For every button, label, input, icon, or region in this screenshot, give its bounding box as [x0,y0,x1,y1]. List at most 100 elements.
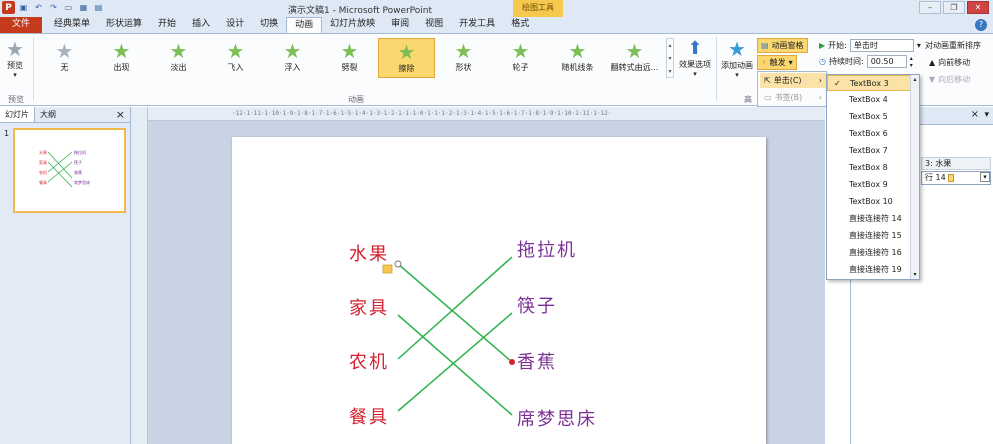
tab-transitions[interactable]: 切换 [252,17,286,33]
left-word-farm-machine[interactable]: 农机 [349,348,389,374]
dropdown-item[interactable]: TextBox 10 [827,194,911,210]
slide[interactable]: 水果 家具 农机 餐具 拖拉机 筷子 香蕉 席梦思床 [232,137,766,444]
connector-furniture-bed[interactable] [397,314,513,416]
tab-review[interactable]: 审阅 [383,17,417,33]
slideshow-icon[interactable]: ▭ [62,1,75,14]
left-word-fruit[interactable]: 水果 [349,240,389,266]
minimize-icon[interactable]: – [919,1,941,14]
save-icon[interactable]: ▣ [17,1,30,14]
anim-wheel[interactable]: ★ 轮子 [492,38,549,78]
tab-classic-menu[interactable]: 经典菜单 [46,17,98,33]
triangle-up-icon: ▲ [929,58,936,67]
dropdown-item[interactable]: ✓ TextBox 3 [827,75,911,91]
start-select[interactable]: 单击时 [849,39,914,52]
help-icon[interactable]: ? [975,19,987,31]
right-word-banana[interactable]: 香蕉 [517,348,557,374]
connector-tableware-chopsticks[interactable] [397,312,513,412]
animation-pane-button[interactable]: ▤ 动画窗格 [757,38,808,53]
selection-handle-end[interactable] [509,359,515,365]
pane-menu-icon[interactable]: ▾ [984,110,989,120]
connector-fruit-banana[interactable] [397,263,513,363]
add-animation-button[interactable]: ★ 添加动画 ▾ [718,38,756,79]
dropdown-item[interactable]: TextBox 7 [827,143,911,159]
anim-float-in[interactable]: ★ 浮入 [264,38,321,78]
close-icon[interactable]: × [111,107,130,122]
preview-button[interactable]: ★ 预览 ▾ [2,38,28,79]
close-icon[interactable]: × [971,109,979,120]
play-icon: ▶ [819,41,826,50]
start-label: 开始: [828,41,847,50]
dropdown-item[interactable]: TextBox 9 [827,177,911,193]
print-icon[interactable]: ▤ [92,1,105,14]
dropdown-scrollbar[interactable]: ▴ ▾ [910,75,919,279]
tab-format[interactable]: 格式 [503,17,537,33]
dropdown-item[interactable]: TextBox 5 [827,109,911,125]
dropdown-item[interactable]: 直接连接符 14 [827,211,911,227]
anim-label: 劈裂 [341,63,358,72]
dropdown-item[interactable]: 直接连接符 16 [827,245,911,261]
thumb-word: 家具 [39,160,47,165]
anim-fly-in[interactable]: ★ 飞入 [207,38,264,78]
anim-random-bars[interactable]: ★ 随机线条 [549,38,606,78]
item-dropdown-icon[interactable]: ▾ [980,172,990,182]
thumb-word: 水果 [39,150,47,155]
trigger-dropdown-icon: ▾ [788,58,793,67]
window-controls: – ❐ ✕ [919,1,989,14]
anim-wipe[interactable]: ★ 擦除 [378,38,435,78]
tab-animations[interactable]: 动画 [286,17,323,33]
right-word-chopsticks[interactable]: 筷子 [517,292,557,318]
tab-shape-ops[interactable]: 形状运算 [98,17,150,33]
anim-none[interactable]: ★ 无 [36,38,93,78]
move-later-label: 向后移动 [938,75,971,84]
dropdown-item[interactable]: TextBox 6 [827,126,911,142]
gallery-scroll[interactable]: ▴ ▾ ▾ [666,38,674,78]
tab-slides[interactable]: 幻灯片 [0,107,35,122]
anim-appear[interactable]: ★ 出现 [93,38,150,78]
duration-spinner-icon[interactable]: ▴ ▾ [910,55,913,69]
dropdown-item[interactable]: 直接连接符 19 [827,262,911,278]
move-later-button[interactable]: ▼ 向后移动 [929,72,970,87]
slide-thumbnail[interactable]: 水果 家具 农机 餐具 拖拉机 筷子 香蕉 席梦思床 [13,128,126,213]
start-dropdown-icon[interactable]: ▾ [917,41,921,50]
anim-grow-turn[interactable]: ★ 翻转式由远... [606,38,663,78]
tab-file[interactable]: 文件 [0,17,43,33]
anim-fade[interactable]: ★ 淡出 [150,38,207,78]
dropdown-item[interactable]: TextBox 8 [827,160,911,176]
reorder-title: 对动画重新排序 [925,41,981,50]
effect-options-button[interactable]: ⬆ 效果选项 ▾ [677,38,713,78]
trigger-button[interactable]: ⚡ 触发 ▾ [757,55,797,70]
tab-developer[interactable]: 开发工具 [451,17,503,33]
undo-icon[interactable]: ↶ [32,1,45,14]
restore-icon[interactable]: ❐ [943,1,965,14]
trigger-bookmark-item[interactable]: ▭ 书签(B) › [760,90,826,105]
selection-handle-start[interactable] [394,260,402,268]
redo-icon[interactable]: ↷ [47,1,60,14]
connector-farm-tractor[interactable] [397,256,513,360]
tab-insert[interactable]: 插入 [184,17,218,33]
table-icon[interactable]: ▦ [77,1,90,14]
duration-input[interactable]: 00.50 [866,55,907,68]
dropdown-item[interactable]: TextBox 4 [827,92,911,108]
left-word-tableware[interactable]: 餐具 [349,403,389,429]
anim-split[interactable]: ★ 劈裂 [321,38,378,78]
scroll-down-icon[interactable]: ▾ [911,270,919,279]
scroll-up-icon[interactable]: ▴ [911,75,919,84]
add-animation-star-icon: ★ [728,37,746,61]
tab-view[interactable]: 视图 [417,17,451,33]
dropdown-item[interactable]: 直接连接符 15 [827,228,911,244]
trigger-submenu: ⇱ 单击(C) › ▭ 书签(B) › [757,71,827,107]
tab-outline[interactable]: 大纲 [35,107,61,122]
right-word-bed[interactable]: 席梦思床 [517,405,597,431]
tab-slideshow[interactable]: 幻灯片放映 [322,17,383,33]
close-icon[interactable]: ✕ [967,1,989,14]
animation-list-item[interactable]: 行 14 ▾ [921,171,991,185]
right-word-tractor[interactable]: 拖拉机 [517,236,577,262]
move-earlier-button[interactable]: ▲ 向前移动 [929,55,970,70]
left-word-furniture[interactable]: 家具 [349,294,389,320]
tab-design[interactable]: 设计 [218,17,252,33]
up-arrow-icon: ⬆ [687,38,703,59]
trigger-on-click-item[interactable]: ⇱ 单击(C) › [760,73,826,88]
tab-home[interactable]: 开始 [150,17,184,33]
horizontal-ruler: ·12·1·11·1·10·1·9·1·8·1·7·1·6·1·5·1·4·1·… [148,107,825,121]
anim-shape[interactable]: ★ 形状 [435,38,492,78]
